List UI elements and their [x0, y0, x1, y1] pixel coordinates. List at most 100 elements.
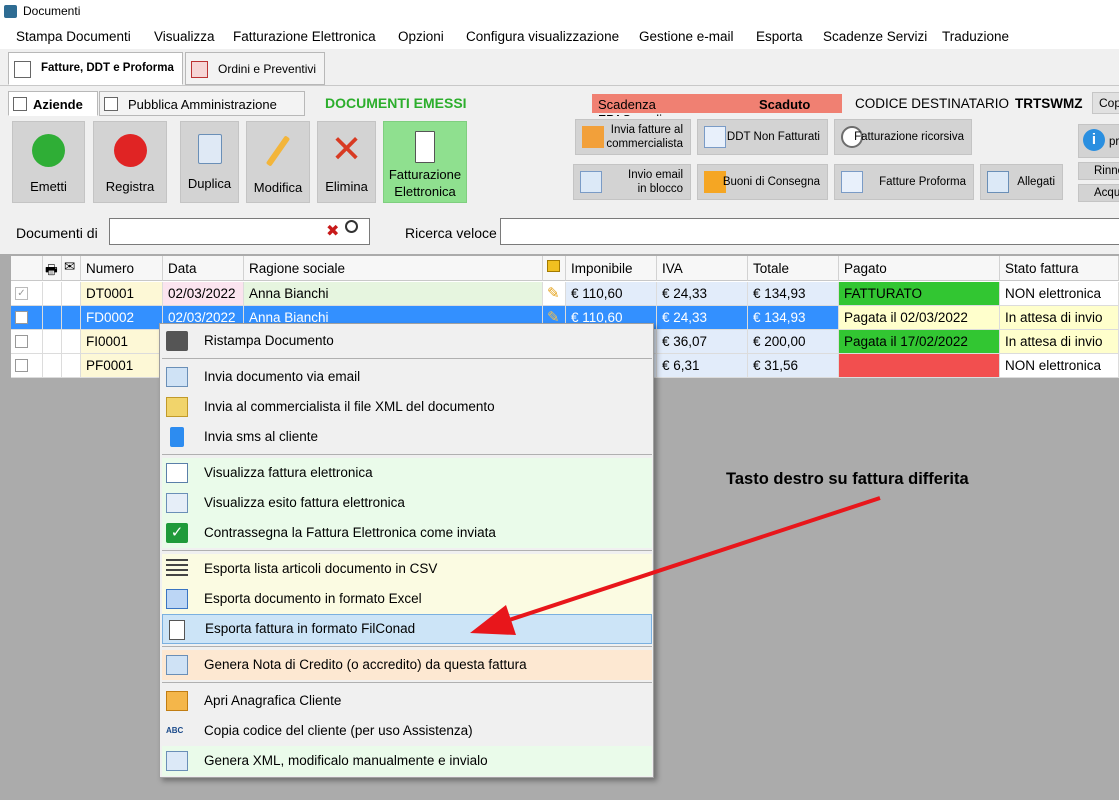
subtab-aziende[interactable]: Aziende: [8, 91, 98, 116]
menu-esporta[interactable]: Esporta: [756, 29, 803, 44]
menu-item-invia-email[interactable]: Invia documento via email: [162, 362, 652, 392]
menu-item-copia-codice[interactable]: ABC Copia codice del cliente (per uso As…: [162, 716, 652, 746]
menu-item-invia-sms[interactable]: Invia sms al cliente: [162, 422, 652, 452]
arrow-head: [470, 605, 516, 635]
menu-scadenze-servizi[interactable]: Scadenze Servizi: [823, 29, 927, 44]
copy-button[interactable]: Cop: [1092, 92, 1119, 114]
menu-traduzione[interactable]: Traduzione: [942, 29, 1009, 44]
cell-stato: In attesa di invio: [1000, 306, 1119, 330]
cell-pagato: [839, 354, 1000, 378]
allegati-button[interactable]: Allegati: [980, 164, 1063, 200]
menu-item-invia-commercialista[interactable]: Invia al commercialista il file XML del …: [162, 392, 652, 422]
list-icon: [166, 559, 188, 579]
magnifier-document-icon: [166, 463, 188, 483]
ricerca-veloce-input[interactable]: [500, 218, 1119, 245]
menu-item-apri-anagrafica[interactable]: Apri Anagrafica Cliente: [162, 686, 652, 716]
col-header-totale[interactable]: Totale: [748, 256, 839, 281]
col-header-imponibile[interactable]: Imponibile: [566, 256, 657, 281]
invia-commercialista-button[interactable]: Invia fatture al commercialista: [575, 119, 691, 155]
menu-opzioni[interactable]: Opzioni: [398, 29, 444, 44]
registra-button[interactable]: Registra: [93, 121, 167, 203]
checkbox[interactable]: [15, 335, 28, 348]
buoni-consegna-button[interactable]: Buoni di Consegna: [697, 164, 828, 200]
menu-item-genera-nota-credito[interactable]: Genera Nota di Credito (o accredito) da …: [162, 650, 652, 680]
filconad-document-icon: [169, 620, 185, 640]
button-label: Emetti: [30, 179, 67, 194]
emetti-button[interactable]: Emetti: [12, 121, 85, 203]
title-bar: Documenti: [0, 0, 1119, 24]
fatturazione-ricorsiva-button[interactable]: Fatturazione ricorsiva: [834, 119, 972, 155]
arrow-down-icon: [113, 134, 147, 167]
button-label: Fatturazione Elettronica: [384, 166, 466, 200]
table-row[interactable]: ✓ DT0001 02/03/2022 Anna Bianchi ✎ € 110…: [11, 282, 1119, 306]
annotation-text: Tasto destro su fattura differita: [726, 470, 969, 488]
menu-item-label: Esporta fattura in formato FilConad: [205, 621, 416, 636]
tab-ordini-preventivi[interactable]: Ordini e Preventivi: [185, 52, 325, 85]
col-header-check[interactable]: [11, 256, 43, 281]
col-header-data[interactable]: Data: [163, 256, 244, 281]
row-checkbox[interactable]: [11, 330, 43, 354]
envelope-icon: [580, 171, 602, 193]
subtab-pubblica-amministrazione[interactable]: Pubblica Amministrazione: [99, 91, 305, 116]
menu-item-label: Invia documento via email: [204, 369, 361, 384]
checkbox[interactable]: [15, 359, 28, 372]
col-header-numero[interactable]: Numero: [81, 256, 163, 281]
pencil-icon: [265, 135, 291, 167]
menu-item-ristampa[interactable]: Ristampa Documento: [162, 326, 652, 356]
row-checkbox[interactable]: [11, 354, 43, 378]
menu-item-label: Invia al commercialista il file XML del …: [204, 399, 495, 414]
menu-item-label: Contrassegna la Fattura Elettronica come…: [204, 525, 496, 540]
codice-destinatario-value: TRTSWMZ: [1015, 96, 1083, 111]
ddt-non-fatturati-button[interactable]: DDT Non Fatturati: [697, 119, 828, 155]
menu-configura-visualizzazione[interactable]: Configura visualizzazione: [466, 29, 619, 44]
col-header-stato-fattura[interactable]: Stato fattura: [1000, 256, 1119, 281]
cell-totale: € 200,00: [748, 330, 839, 354]
menu-item-genera-xml[interactable]: Genera XML, modificalo manualmente e inv…: [162, 746, 652, 776]
row-checkbox[interactable]: [11, 306, 43, 330]
col-header-ragione-sociale[interactable]: Ragione sociale: [244, 256, 543, 281]
check-icon[interactable]: ✓: [15, 287, 28, 300]
menu-item-label: Invia sms al cliente: [204, 429, 319, 444]
scadenza-status-badge: Scaduto: [742, 94, 842, 113]
menu-item-label: Genera Nota di Credito (o accredito) da …: [204, 657, 527, 672]
menu-item-visualizza-fattura-elettronica[interactable]: Visualizza fattura elettronica: [162, 458, 652, 488]
col-header-iva[interactable]: IVA: [657, 256, 748, 281]
mail-cell: [62, 282, 81, 306]
button-label: Modifica: [253, 180, 303, 195]
cell-data: 02/03/2022: [163, 282, 244, 306]
edit-column-icon[interactable]: [543, 256, 566, 281]
modifica-button[interactable]: Modifica: [246, 121, 310, 203]
acquista-button[interactable]: Acqu: [1078, 184, 1119, 202]
xml-edit-icon: [166, 751, 188, 771]
fatturazione-elettronica-button[interactable]: Fatturazione Elettronica: [383, 121, 467, 203]
rinnovo-button[interactable]: Rinno: [1078, 162, 1119, 180]
row-checkbox[interactable]: ✓: [11, 282, 43, 306]
menu-gestione-email[interactable]: Gestione e-mail: [639, 29, 734, 44]
tab-fatture-ddt-proforma[interactable]: Fatture, DDT e Proforma: [8, 52, 183, 85]
printer-icon[interactable]: 🖶: [43, 256, 62, 281]
cell-iva: € 24,33: [657, 282, 748, 306]
elimina-button[interactable]: ✕ Elimina: [317, 121, 376, 203]
e-invoice-icon: [415, 131, 435, 163]
menu-fatturazione-elettronica[interactable]: Fatturazione Elettronica: [233, 29, 376, 44]
invio-email-blocco-button[interactable]: Invio email in blocco: [573, 164, 691, 200]
pencil-icon[interactable]: ✎: [543, 282, 566, 306]
send-accountant-icon: [582, 126, 604, 148]
mail-cell: [62, 330, 81, 354]
search-icon[interactable]: [345, 220, 358, 233]
window-title: Documenti: [23, 4, 81, 18]
menu-stampa-documenti[interactable]: Stampa Documenti: [16, 29, 131, 44]
button-label-line1: Fatturazione: [388, 167, 462, 182]
envelope-icon[interactable]: ✉: [62, 256, 81, 281]
col-header-pagato[interactable]: Pagato: [839, 256, 1000, 281]
checkbox[interactable]: [15, 311, 28, 324]
annotation-arrow: [470, 496, 881, 635]
menu-visualizza[interactable]: Visualizza: [154, 29, 215, 44]
mail-cell: [62, 306, 81, 330]
clear-icon[interactable]: ✖: [326, 221, 339, 241]
button-label: Buoni di Consegna: [722, 176, 820, 188]
fatture-proforma-button[interactable]: Fatture Proforma: [834, 164, 974, 200]
info-button[interactable]: i pr: [1078, 124, 1119, 158]
duplica-button[interactable]: Duplica: [180, 121, 239, 203]
button-label: Invio email in blocco: [628, 165, 683, 199]
